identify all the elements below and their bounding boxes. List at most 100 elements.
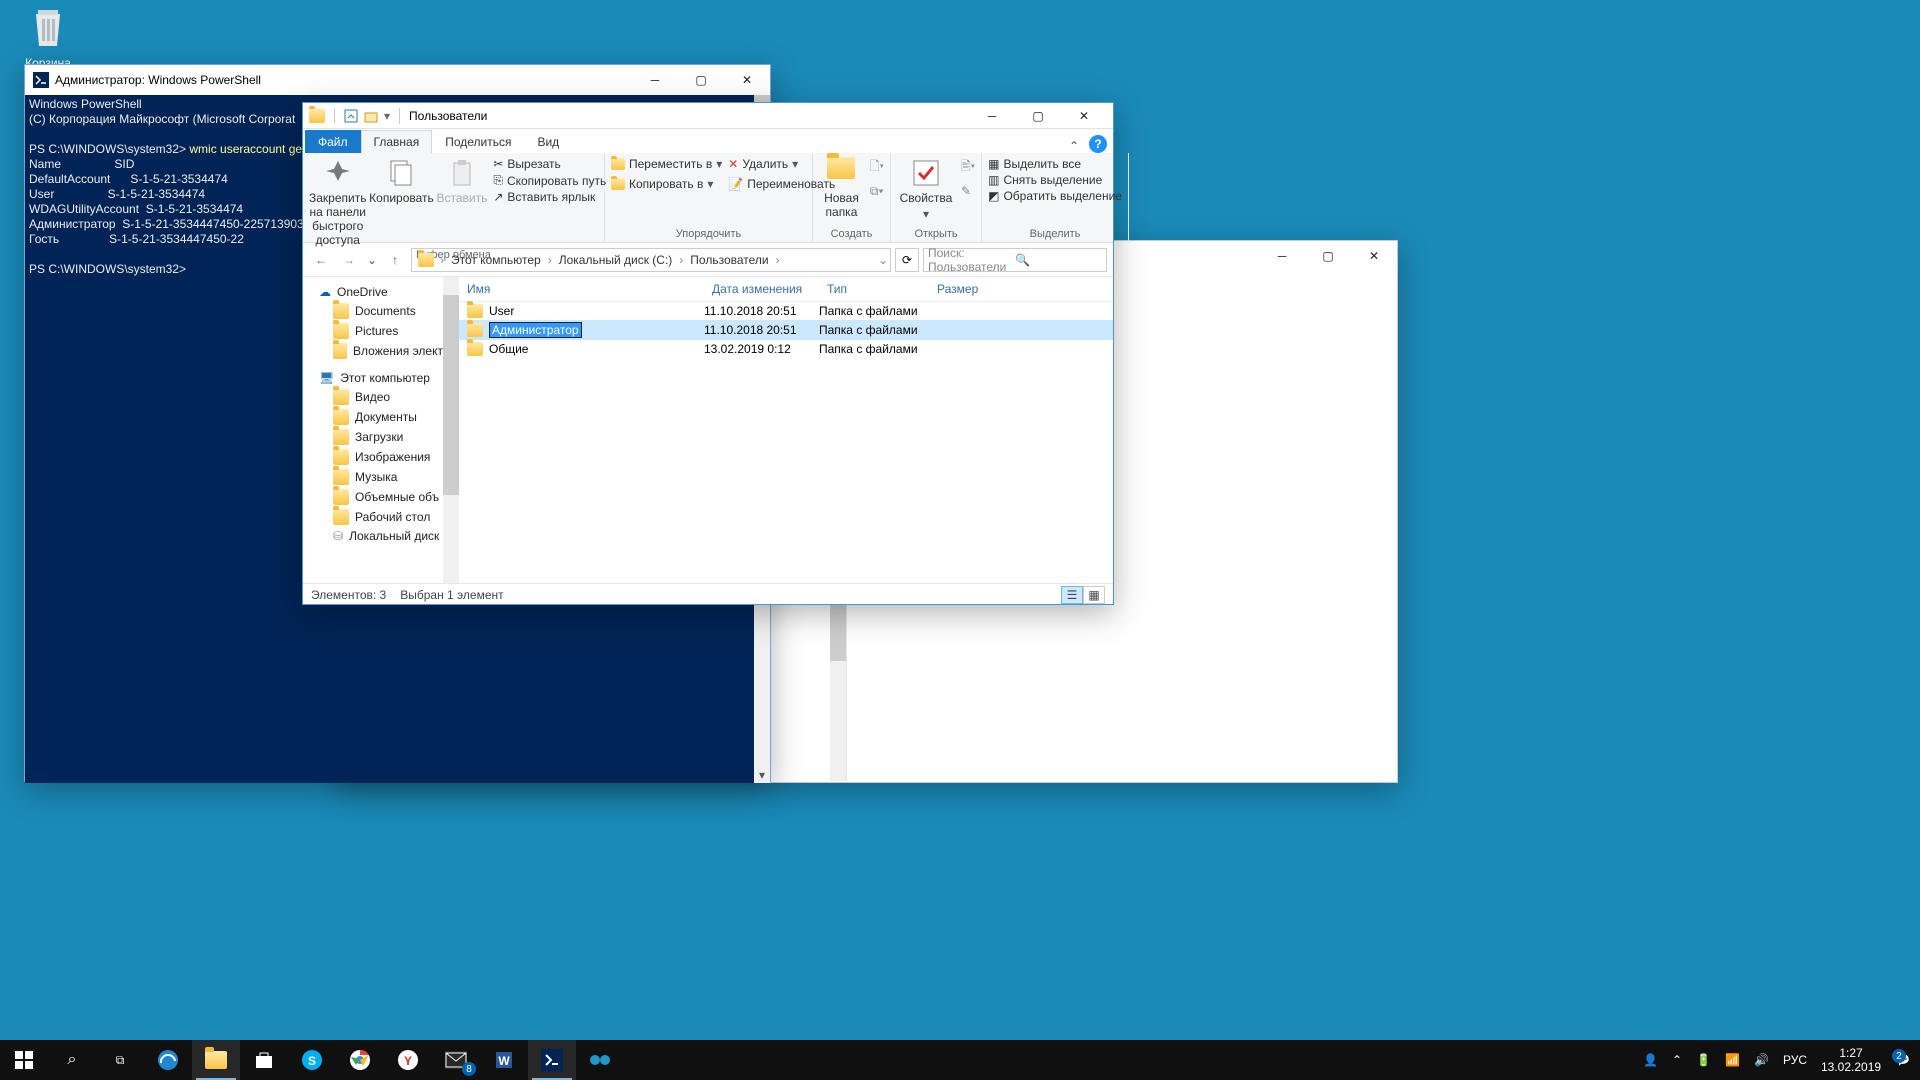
nav-forward-button[interactable]: → bbox=[337, 248, 361, 272]
column-headers[interactable]: Имя Дата изменения Тип Размер bbox=[459, 277, 1113, 302]
nav-images[interactable]: Изображения bbox=[303, 447, 443, 467]
people-icon[interactable]: 👤 bbox=[1643, 1053, 1658, 1067]
nav-recent-button[interactable]: ⌄ bbox=[365, 248, 379, 272]
navpane-scrollbar[interactable] bbox=[443, 277, 459, 583]
nav-this-pc[interactable]: 🖥Этот компьютер bbox=[303, 369, 443, 387]
select-all-button[interactable]: ▦Выделить все bbox=[988, 157, 1122, 171]
col-type[interactable]: Тип bbox=[819, 277, 929, 301]
table-row-selected[interactable]: Администратор 11.10.2018 20:51 Папка с ф… bbox=[459, 320, 1113, 340]
search-button[interactable]: ⌕ bbox=[48, 1040, 96, 1080]
taskbar-app[interactable] bbox=[576, 1040, 624, 1080]
taskbar-mail[interactable]: 8 bbox=[432, 1040, 480, 1080]
tab-file[interactable]: Файл bbox=[305, 130, 361, 153]
nav-videos[interactable]: Видео bbox=[303, 387, 443, 407]
help-icon[interactable]: ? bbox=[1089, 135, 1107, 153]
invert-selection-button[interactable]: ◩Обратить выделение bbox=[988, 189, 1122, 203]
taskbar-edge[interactable] bbox=[144, 1040, 192, 1080]
search-input[interactable]: Поиск: Пользователи 🔍 bbox=[923, 248, 1107, 272]
nav-local-disk[interactable]: ⛁Локальный диск bbox=[303, 527, 443, 545]
desktop-icon-recycle-bin[interactable]: Корзина bbox=[10, 4, 86, 70]
start-button[interactable] bbox=[0, 1040, 48, 1080]
maximize-button[interactable]: ▢ bbox=[1015, 101, 1061, 131]
taskbar[interactable]: ⌕ ⧉ S Y 8 W 👤 ⌃ 🔋 📶 🔊 РУС 1:27 13.02.201… bbox=[0, 1040, 1920, 1080]
taskbar-word[interactable]: W bbox=[480, 1040, 528, 1080]
delete-icon: ✕ bbox=[728, 157, 738, 171]
crumb-this-pc[interactable]: Этот компьютер bbox=[446, 251, 546, 269]
ps-titlebar[interactable]: Администратор: Windows PowerShell ─ ▢ ✕ bbox=[25, 65, 770, 95]
ribbon-tabs[interactable]: Файл Главная Поделиться Вид ⌃ ? bbox=[303, 129, 1113, 153]
table-row[interactable]: User 11.10.2018 20:51 Папка с файлами bbox=[459, 302, 1113, 320]
copy-path-button[interactable]: ⎘Скопировать путь bbox=[493, 173, 606, 188]
taskbar-explorer[interactable] bbox=[192, 1040, 240, 1080]
action-center-icon[interactable]: 💬2 bbox=[1895, 1053, 1910, 1067]
qat-newfolder-icon[interactable] bbox=[364, 109, 378, 123]
close-button[interactable]: ✕ bbox=[1351, 241, 1397, 271]
new-folder-button[interactable]: Новая папка bbox=[819, 157, 864, 219]
select-none-button[interactable]: ▥Снять выделение bbox=[988, 173, 1122, 187]
nav-onedrive[interactable]: ☁OneDrive bbox=[303, 283, 443, 301]
copy-to-button[interactable]: Копировать в ▾ bbox=[611, 177, 722, 191]
maximize-button[interactable]: ▢ bbox=[1305, 241, 1351, 271]
col-size[interactable]: Размер bbox=[929, 277, 999, 301]
paste-shortcut-button[interactable]: ↗Вставить ярлык bbox=[493, 190, 606, 204]
nav-desktop[interactable]: Рабочий стол bbox=[303, 507, 443, 527]
table-row[interactable]: Общие 13.02.2019 0:12 Папка с файлами bbox=[459, 340, 1113, 358]
rename-input[interactable]: Администратор bbox=[489, 322, 582, 338]
qat-properties-icon[interactable] bbox=[344, 109, 358, 123]
nav-back-button[interactable]: ← bbox=[309, 248, 333, 272]
taskbar-chrome[interactable] bbox=[336, 1040, 384, 1080]
properties-button[interactable]: Свойства▾ bbox=[897, 157, 955, 221]
crumb-drive[interactable]: Локальный диск (C:) bbox=[554, 251, 678, 269]
tray-expand-icon[interactable]: ⌃ bbox=[1672, 1053, 1682, 1067]
tab-share[interactable]: Поделиться bbox=[432, 130, 524, 153]
tab-home[interactable]: Главная bbox=[361, 130, 433, 153]
close-button[interactable]: ✕ bbox=[1061, 101, 1107, 131]
move-to-button[interactable]: Переместить в ▾ bbox=[611, 157, 722, 171]
language-indicator[interactable]: РУС bbox=[1783, 1053, 1807, 1067]
nav-up-button[interactable]: ↑ bbox=[383, 248, 407, 272]
copy-button[interactable]: Копировать bbox=[372, 157, 430, 205]
view-icons-button[interactable]: ▦ bbox=[1083, 586, 1105, 604]
clock[interactable]: 1:27 13.02.2019 bbox=[1821, 1046, 1881, 1075]
address-bar[interactable]: › Этот компьютер› Локальный диск (C:)› П… bbox=[411, 248, 891, 272]
pin-button[interactable]: Закрепить на панели быстрого доступа bbox=[309, 157, 366, 247]
paste-button[interactable]: Вставить bbox=[436, 157, 487, 205]
volume-icon[interactable]: 🔊 bbox=[1754, 1053, 1769, 1067]
nav-music[interactable]: Музыка bbox=[303, 467, 443, 487]
view-details-button[interactable]: ☰ bbox=[1061, 586, 1083, 604]
nav-docs[interactable]: Документы bbox=[303, 407, 443, 427]
taskbar-store[interactable] bbox=[240, 1040, 288, 1080]
addr-dropdown-icon[interactable]: ⌄ bbox=[878, 253, 888, 267]
cut-button[interactable]: ✂Вырезать bbox=[493, 157, 606, 171]
paste-icon bbox=[446, 157, 478, 189]
wifi-icon[interactable]: 📶 bbox=[1725, 1053, 1740, 1067]
minimize-button[interactable]: ─ bbox=[969, 101, 1015, 131]
taskbar-skype[interactable]: S bbox=[288, 1040, 336, 1080]
crumb-users[interactable]: Пользователи bbox=[685, 251, 773, 269]
taskbar-powershell[interactable] bbox=[528, 1040, 576, 1080]
tab-view[interactable]: Вид bbox=[524, 130, 572, 153]
ribbon-collapse-icon[interactable]: ⌃ bbox=[1069, 139, 1079, 153]
minimize-button[interactable]: ─ bbox=[1259, 241, 1305, 271]
task-view-button[interactable]: ⧉ bbox=[96, 1040, 144, 1080]
battery-icon[interactable]: 🔋 bbox=[1696, 1053, 1711, 1067]
col-date[interactable]: Дата изменения bbox=[704, 277, 819, 301]
nav-3d[interactable]: Объемные объ bbox=[303, 487, 443, 507]
nav-attachments[interactable]: Вложения элект bbox=[303, 341, 443, 361]
folder-icon bbox=[418, 253, 434, 267]
nav-documents[interactable]: Documents bbox=[303, 301, 443, 321]
file-list[interactable]: Имя Дата изменения Тип Размер User 11.10… bbox=[459, 277, 1113, 583]
minimize-button[interactable]: ─ bbox=[632, 65, 678, 95]
explorer-qat[interactable]: ▾ Пользователи ─ ▢ ✕ bbox=[303, 103, 1113, 129]
navigation-pane[interactable]: ☁OneDrive Documents Pictures Вложения эл… bbox=[303, 277, 443, 583]
close-button[interactable]: ✕ bbox=[724, 65, 770, 95]
folder-icon bbox=[333, 389, 349, 405]
window-explorer[interactable]: ▾ Пользователи ─ ▢ ✕ Файл Главная Подели… bbox=[302, 102, 1114, 605]
system-tray[interactable]: 👤 ⌃ 🔋 📶 🔊 РУС 1:27 13.02.2019 💬2 bbox=[1633, 1046, 1920, 1075]
refresh-button[interactable]: ⟳ bbox=[895, 248, 919, 272]
nav-downloads[interactable]: Загрузки bbox=[303, 427, 443, 447]
nav-pictures[interactable]: Pictures bbox=[303, 321, 443, 341]
taskbar-yandex[interactable]: Y bbox=[384, 1040, 432, 1080]
col-name[interactable]: Имя bbox=[459, 277, 704, 301]
maximize-button[interactable]: ▢ bbox=[678, 65, 724, 95]
